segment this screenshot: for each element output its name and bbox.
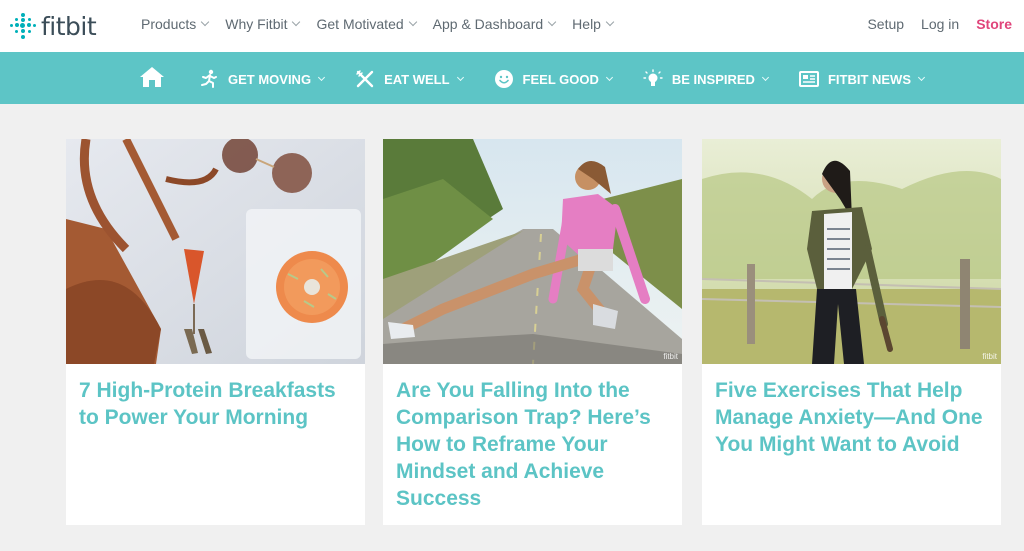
chevron-down-icon [292,17,301,27]
newspaper-icon [798,68,820,90]
article-title[interactable]: Five Exercises That Help Manage Anxiety—… [715,377,995,458]
category-label: FITBIT NEWS [827,71,911,87]
nav-label: App & Dashboard [432,16,544,32]
chevron-down-icon [318,73,326,81]
category-get-moving[interactable]: GET MOVING [198,68,326,90]
top-navigation: fitbit Products Why Fitbit Get Motivated… [0,0,1024,52]
article-card[interactable]: fitbit Are You Falling Into the Comparis… [383,139,682,525]
article-image-runner[interactable]: fitbit [383,139,682,364]
category-label: GET MOVING [228,71,312,87]
fitbit-logo-icon [10,13,36,39]
running-person-icon [198,68,220,90]
fitbit-logo[interactable]: fitbit [10,11,97,41]
nav-label: Help [572,16,601,32]
chevron-down-icon [605,17,615,27]
smiley-icon [493,68,515,90]
image-watermark: fitbit [982,352,997,361]
nav-help[interactable]: Help [572,16,615,32]
article-title[interactable]: Are You Falling Into the Comparison Trap… [396,377,676,512]
category-label: BE INSPIRED [671,71,755,87]
nav-app-dashboard[interactable]: App & Dashboard [432,16,557,32]
category-label: EAT WELL [384,71,450,87]
chevron-down-icon [605,73,613,81]
article-title[interactable]: 7 High-Protein Breakfasts to Power Your … [79,377,359,431]
lightbulb-icon [642,68,664,90]
main-menu: Products Why Fitbit Get Motivated App & … [141,16,615,32]
chevron-down-icon [456,73,464,81]
article-card[interactable]: fitbit Five Exercises That Help Manage A… [702,139,1001,525]
category-bar: GET MOVING EAT WELL FEEL GOOD BE INSPIRE… [0,52,1024,104]
chevron-down-icon [761,73,769,81]
home-icon[interactable] [139,66,165,88]
chevron-down-icon [201,17,210,27]
category-label: FEEL GOOD [522,71,599,87]
nav-label: Products [141,16,197,32]
category-eat-well[interactable]: EAT WELL [354,68,464,90]
category-menu: GET MOVING EAT WELL FEEL GOOD BE INSPIRE… [198,68,926,90]
setup-link[interactable]: Setup [867,16,904,32]
category-fitbit-news[interactable]: FITBIT NEWS [798,68,926,90]
account-links: Setup Log in Store [867,16,1012,32]
nav-products[interactable]: Products [141,16,210,32]
nav-get-motivated[interactable]: Get Motivated [316,16,417,32]
article-image-walker[interactable]: fitbit [702,139,1001,364]
chevron-down-icon [547,17,557,27]
nav-label: Get Motivated [316,16,404,32]
login-link[interactable]: Log in [921,16,959,32]
nav-label: Why Fitbit [225,16,288,32]
article-image-breakfast[interactable] [66,139,365,364]
category-be-inspired[interactable]: BE INSPIRED [642,68,769,90]
chevron-down-icon [408,17,417,27]
chevron-down-icon [917,73,926,81]
fork-knife-icon [354,68,376,90]
image-watermark: fitbit [663,352,678,361]
category-feel-good[interactable]: FEEL GOOD [493,68,613,90]
article-card[interactable]: 7 High-Protein Breakfasts to Power Your … [66,139,365,525]
store-link[interactable]: Store [976,16,1012,32]
nav-why-fitbit[interactable]: Why Fitbit [225,16,301,32]
logo-text: fitbit [41,11,97,41]
